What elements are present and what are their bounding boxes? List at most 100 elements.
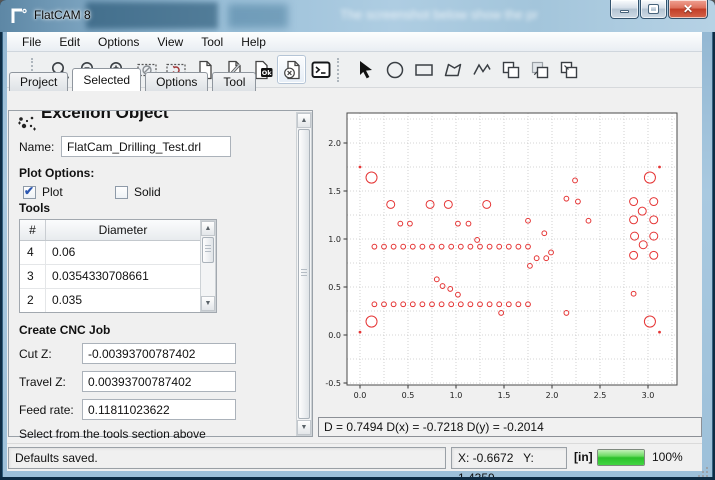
svg-text:1.5: 1.5 [498, 391, 511, 400]
scroll-down-icon[interactable]: ▼ [297, 420, 311, 435]
svg-text:1.0: 1.0 [328, 235, 341, 244]
progress-fill [598, 450, 644, 465]
window-title: FlatCAM 8 [34, 8, 91, 22]
selected-object-panel: Excellon Object Name: Plot Options: ✔ Plo… [8, 110, 313, 437]
cut-z-label: Cut Z: [19, 347, 52, 361]
excellon-drill-icon [17, 114, 37, 134]
name-input[interactable] [61, 136, 231, 157]
svg-text:0.0: 0.0 [354, 391, 367, 400]
checkbox-solid[interactable]: Solid [115, 185, 161, 199]
svg-text:0.5: 0.5 [402, 391, 415, 400]
travel-z-input[interactable] [82, 371, 236, 392]
svg-text:3.0: 3.0 [642, 391, 655, 400]
scroll-up-icon[interactable]: ▲ [201, 221, 215, 236]
drill-marker [659, 331, 661, 333]
tool-number: 2 [20, 289, 46, 312]
units-indicator: [in] [574, 450, 593, 464]
statusbar: Defaults saved. X: -0.6672 Y: 1.4359 [in… [7, 443, 702, 471]
tools-table: # Diameter 40.0630.035433070866120.035 ▲… [19, 219, 217, 313]
scrollbar-thumb[interactable] [202, 237, 214, 263]
checkbox-label: Plot [42, 185, 63, 199]
tab-options[interactable]: Options [145, 72, 208, 91]
drill-plot[interactable]: 0.0 0.5 1.0 1.5 2.0 2.5 3.0 -0.5 0.0 0.5 1.0 1.5 2.0 [313, 110, 702, 415]
panel-scrollbar[interactable]: ▲ ▼ [296, 112, 312, 436]
maximize-icon [649, 5, 658, 13]
menu-help[interactable]: Help [232, 32, 275, 52]
resize-grip[interactable] [696, 465, 698, 467]
close-button[interactable]: ✕ [668, 0, 708, 19]
status-message: Defaults saved. [8, 447, 446, 469]
tool-diameter[interactable]: 0.0354330708661 [46, 265, 216, 288]
menu-view[interactable]: View [148, 32, 192, 52]
cnc-section-title: Create CNC Job [19, 323, 110, 337]
aero-glass-blob [228, 4, 288, 28]
check-icon: ✔ [24, 184, 34, 198]
tool-row[interactable]: 30.0354330708661 [20, 265, 216, 289]
app-icon [10, 7, 28, 25]
svg-text:2.0: 2.0 [546, 391, 559, 400]
col-header-number[interactable]: # [20, 220, 46, 240]
tool-number: 4 [20, 241, 46, 264]
feed-rate-label: Feed rate: [19, 403, 74, 417]
plot-canvas[interactable]: 0.0 0.5 1.0 1.5 2.0 2.5 3.0 -0.5 0.0 0.5 1.0 1.5 2.0 [313, 110, 702, 415]
window-content: FileEditOptionsViewToolHelp Ok ProjectSe… [7, 32, 702, 471]
progress-bar [597, 449, 645, 466]
menubar: FileEditOptionsViewToolHelp [7, 32, 702, 52]
tool-row[interactable]: 20.035 [20, 289, 216, 313]
background-window-ghost-text: The screenshot below show the pr [340, 7, 538, 22]
col-header-diameter[interactable]: Diameter [46, 220, 200, 240]
panel-title: Excellon Object [41, 111, 261, 123]
checkbox-box[interactable]: ✔ [23, 186, 36, 199]
tools-table-body: 40.0630.035433070866120.035 [20, 241, 216, 313]
menu-tool[interactable]: Tool [192, 32, 232, 52]
menu-edit[interactable]: Edit [50, 32, 89, 52]
checkbox-label: Solid [134, 185, 161, 199]
minimize-icon [620, 10, 629, 13]
svg-text:0.5: 0.5 [328, 283, 341, 292]
scroll-up-icon[interactable]: ▲ [297, 113, 311, 128]
measurement-readout: D = 0.7494 D(x) = -0.7218 D(y) = -0.2014 [318, 417, 702, 437]
close-icon: ✕ [683, 2, 693, 16]
name-label: Name: [19, 140, 54, 154]
drill-marker [359, 331, 361, 333]
flatcam-window: The screenshot below show the pr FlatCAM… [0, 0, 715, 480]
feed-rate-input[interactable] [82, 399, 236, 420]
menu-file[interactable]: File [13, 32, 50, 52]
travel-z-label: Travel Z: [19, 375, 66, 389]
drill-marker [359, 166, 361, 168]
footer-note: Select from the tools section above [19, 427, 206, 441]
svg-text:2.5: 2.5 [594, 391, 607, 400]
tools-label: Tools [19, 201, 50, 215]
tab-bar: ProjectSelectedOptionsTool [7, 68, 702, 91]
plot-options-label: Plot Options: [19, 166, 94, 180]
tab-tool[interactable]: Tool [212, 72, 256, 91]
tools-table-scrollbar[interactable]: ▲ ▼ [200, 220, 216, 312]
drill-marker [659, 166, 661, 168]
svg-text:-0.5: -0.5 [325, 379, 341, 388]
titlebar[interactable]: The screenshot below show the pr FlatCAM… [0, 0, 715, 32]
cut-z-input[interactable] [82, 343, 236, 364]
maximize-button[interactable] [640, 0, 667, 19]
svg-text:0.0: 0.0 [328, 331, 341, 340]
tool-row[interactable]: 40.06 [20, 241, 216, 265]
svg-text:1.0: 1.0 [450, 391, 463, 400]
tool-diameter[interactable]: 0.035 [46, 289, 216, 312]
tool-diameter[interactable]: 0.06 [46, 241, 216, 264]
scroll-down-icon[interactable]: ▼ [201, 296, 215, 311]
checkbox-box[interactable] [115, 186, 128, 199]
scrollbar-thumb[interactable] [298, 129, 310, 419]
svg-text:1.5: 1.5 [328, 187, 341, 196]
panel-title-clip: Excellon Object [41, 111, 261, 131]
svg-text:2.0: 2.0 [328, 139, 341, 148]
tools-table-header: # Diameter [20, 220, 216, 241]
checkbox-plot[interactable]: ✔ Plot [23, 185, 63, 199]
minimize-button[interactable] [610, 0, 639, 19]
menu-options[interactable]: Options [89, 32, 148, 52]
tab-selected[interactable]: Selected [72, 68, 141, 91]
mouse-coordinates: X: -0.6672 Y: 1.4359 [451, 447, 567, 469]
coord-x: X: -0.6672 [458, 451, 513, 465]
tab-project[interactable]: Project [9, 72, 68, 91]
tool-number: 3 [20, 265, 46, 288]
aero-glass-blob [86, 2, 218, 29]
progress-label: 100% [652, 450, 683, 464]
